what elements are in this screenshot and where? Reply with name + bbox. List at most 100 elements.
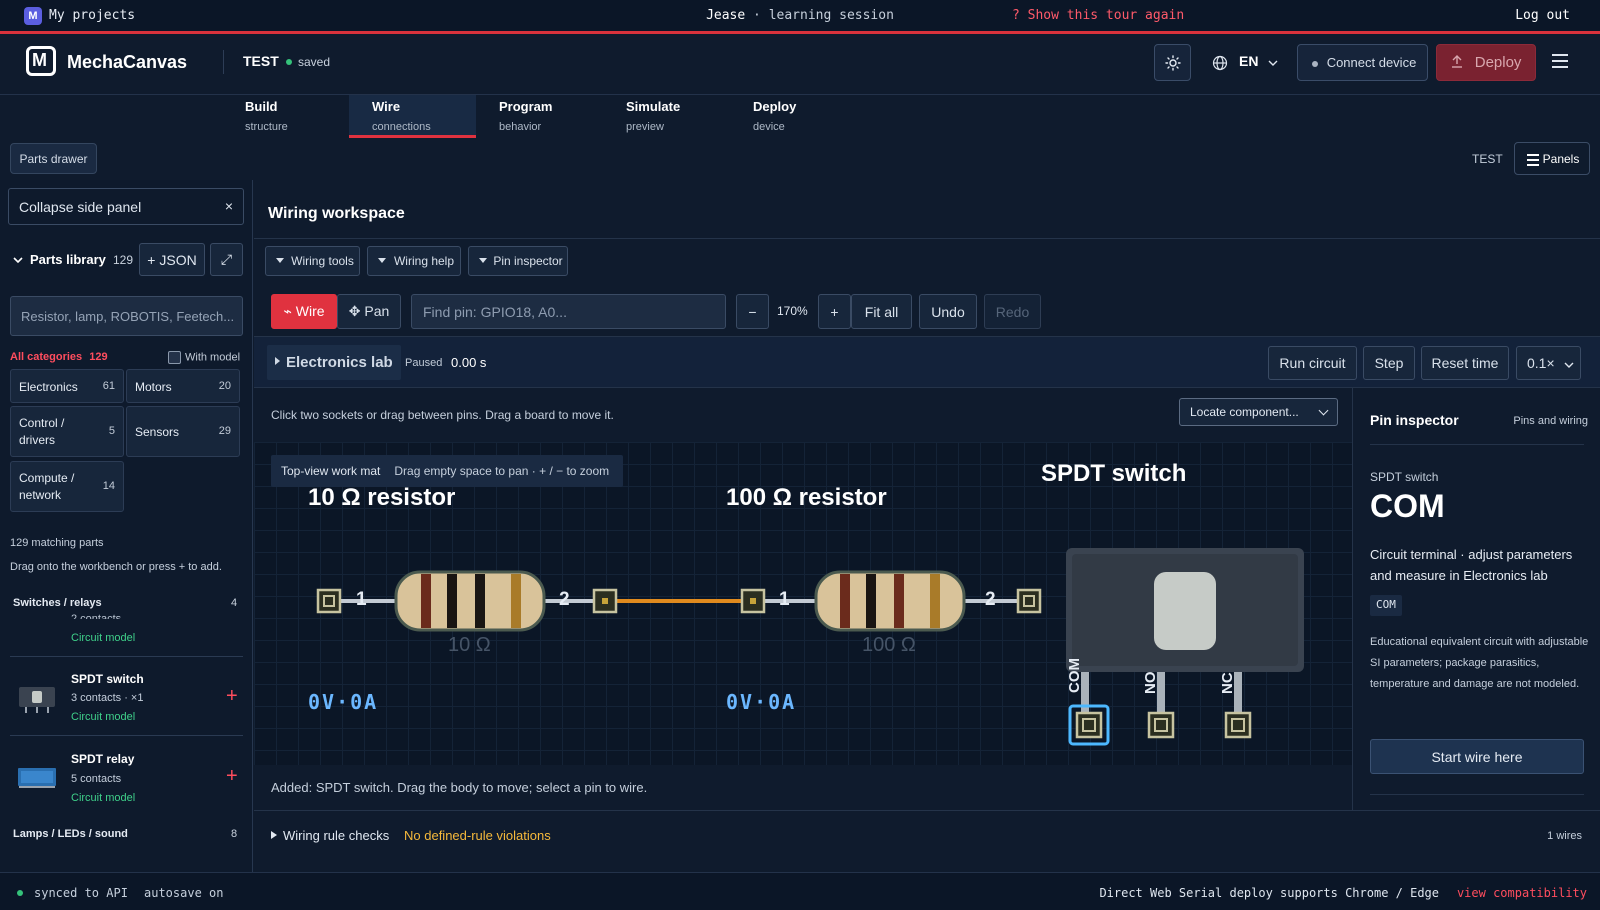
- wiring-help-dropdown[interactable]: Wiring help: [367, 246, 461, 276]
- group-switches-relays[interactable]: Switches / relays 4: [13, 597, 237, 609]
- list-divider: [10, 735, 243, 736]
- part-meta: 5 contacts: [71, 773, 122, 785]
- deploy-button[interactable]: Deploy: [1436, 44, 1536, 81]
- work-mat-info: Top-view work mat Drag empty space to pan…: [271, 455, 623, 487]
- parts-library-title[interactable]: Parts library: [30, 252, 106, 267]
- zoom-out-button[interactable]: −: [736, 294, 769, 329]
- pin-socket[interactable]: [1016, 588, 1042, 614]
- find-pin-input[interactable]: [411, 294, 726, 329]
- wiring-canvas[interactable]: 10 Ω resistor 100 Ω resistor SPDT switch…: [254, 442, 1352, 765]
- category-label: Compute / network: [19, 471, 75, 502]
- tab-simulate[interactable]: Simulate preview: [626, 95, 753, 138]
- show-tour-link[interactable]: ? Show this tour again: [1012, 8, 1184, 23]
- tab-deploy[interactable]: Deploy device: [753, 95, 880, 138]
- all-categories-label: All categories: [10, 351, 83, 363]
- work-mat-title: Top-view work mat: [281, 464, 381, 478]
- zoom-in-button[interactable]: +: [818, 294, 851, 329]
- add-json-button[interactable]: + JSON: [139, 243, 205, 276]
- add-part-button[interactable]: +: [226, 765, 238, 788]
- pin-socket[interactable]: [1147, 711, 1175, 739]
- tab-program[interactable]: Program behavior: [499, 95, 626, 138]
- speed-value: 0.1×: [1527, 355, 1555, 371]
- view-compatibility-link[interactable]: view compatibility: [1457, 886, 1587, 900]
- undo-button[interactable]: Undo: [919, 294, 977, 329]
- category-label: Electronics: [19, 380, 78, 394]
- category-sensors[interactable]: Sensors 29: [126, 406, 240, 457]
- parts-drawer-button[interactable]: Parts drawer: [10, 143, 97, 174]
- add-part-button[interactable]: +: [226, 685, 238, 708]
- group-lamps-leds-sound[interactable]: Lamps / LEDs / sound 8: [13, 828, 237, 840]
- category-compute-network[interactable]: Compute / network 14: [10, 461, 124, 512]
- locate-component-select[interactable]: Locate component...: [1179, 398, 1338, 426]
- connect-device-button[interactable]: Connect device: [1297, 44, 1428, 81]
- panels-button[interactable]: Panels: [1514, 142, 1590, 175]
- spdt-switch-thumbnail: [19, 687, 55, 713]
- circuit-model-link[interactable]: Circuit model: [71, 632, 135, 644]
- reset-time-button[interactable]: Reset time: [1421, 346, 1509, 380]
- wiring-rule-checks-toggle[interactable]: Wiring rule checks: [271, 828, 389, 843]
- chevron-down-icon[interactable]: [13, 256, 23, 264]
- voltage-current-reading: 0V·0A: [726, 690, 797, 714]
- app-logo-icon[interactable]: M: [24, 7, 42, 25]
- save-status: saved: [298, 55, 331, 69]
- drag-hint: Drag onto the workbench or press + to ad…: [10, 561, 222, 573]
- panels-label: Panels: [1542, 151, 1580, 166]
- category-count: 20: [218, 380, 231, 392]
- parts-search-input[interactable]: [10, 296, 243, 336]
- redo-button[interactable]: Redo: [984, 294, 1041, 329]
- autosave-status: autosave on: [144, 886, 224, 900]
- lab-name: Electronics lab: [286, 354, 393, 371]
- group-count: 8: [231, 828, 238, 840]
- pin-label: 2: [985, 589, 996, 610]
- category-control-drivers[interactable]: Control / drivers 5: [10, 406, 124, 457]
- wiring-tools-dropdown[interactable]: Wiring tools: [265, 246, 360, 276]
- wire-mode-button[interactable]: ⌁ Wire: [271, 294, 337, 329]
- divider: [1370, 444, 1584, 445]
- switch-pin-label-nc: NC: [1219, 672, 1236, 694]
- all-categories-filter[interactable]: All categories 129: [10, 351, 108, 363]
- start-wire-button[interactable]: Start wire here: [1370, 739, 1584, 774]
- connection-status-dot: [1312, 61, 1318, 67]
- globe-icon[interactable]: [1212, 55, 1228, 71]
- category-electronics[interactable]: Electronics 61: [10, 369, 124, 403]
- pan-mode-button[interactable]: ✥ Pan: [337, 294, 401, 329]
- electronics-lab-bar: Electronics lab Paused 0.00 s Run circui…: [254, 336, 1600, 388]
- project-name[interactable]: TEST: [243, 53, 279, 69]
- pin-inspector-panel: Pin inspector Pins and wiring SPDT switc…: [1352, 388, 1600, 810]
- my-projects-link[interactable]: My projects: [49, 8, 135, 23]
- chevron-down-icon[interactable]: [1268, 59, 1278, 67]
- step-button[interactable]: Step: [1363, 346, 1415, 380]
- close-icon[interactable]: ×: [225, 198, 233, 214]
- session-label: learning session: [768, 8, 894, 23]
- sim-time: 0.00 s: [451, 355, 487, 370]
- switch-pin-label-no: NO: [1142, 671, 1159, 695]
- project-tag: TEST: [1472, 152, 1503, 166]
- pin-label: 1: [779, 589, 790, 610]
- matching-count: 129 matching parts: [10, 537, 104, 549]
- circuit-model-link[interactable]: Circuit model: [71, 792, 135, 804]
- tab-wire[interactable]: Wire connections: [349, 95, 476, 138]
- run-circuit-button[interactable]: Run circuit: [1268, 346, 1357, 380]
- with-model-checkbox[interactable]: With model: [168, 351, 240, 364]
- hamburger-menu-icon[interactable]: [1552, 54, 1568, 68]
- pin-socket[interactable]: [1224, 711, 1252, 739]
- logout-link[interactable]: Log out: [1515, 8, 1570, 23]
- checkbox-box[interactable]: [168, 351, 181, 364]
- language-selector[interactable]: EN: [1239, 53, 1258, 69]
- theme-toggle-button[interactable]: [1154, 44, 1191, 81]
- spdt-switch-body[interactable]: [1066, 548, 1304, 718]
- tab-subtitle: connections: [372, 121, 431, 133]
- fit-all-button[interactable]: Fit all: [851, 294, 912, 329]
- dropdown-label: Wiring help: [393, 254, 455, 268]
- pin-socket[interactable]: [316, 588, 342, 614]
- circuit-model-link[interactable]: Circuit model: [71, 711, 135, 723]
- category-motors[interactable]: Motors 20: [126, 369, 240, 403]
- speed-select[interactable]: 0.1×: [1516, 346, 1581, 380]
- electronics-lab-toggle[interactable]: Electronics lab: [267, 345, 401, 380]
- tab-subtitle: preview: [626, 121, 664, 133]
- collapse-side-panel-button[interactable]: Collapse side panel ×: [8, 188, 244, 225]
- expand-icon[interactable]: ⤢: [210, 243, 243, 276]
- category-count: 5: [108, 425, 115, 437]
- pin-inspector-dropdown[interactable]: Pin inspector: [468, 246, 568, 276]
- inspector-note: Educational equivalent circuit with adju…: [1370, 636, 1589, 690]
